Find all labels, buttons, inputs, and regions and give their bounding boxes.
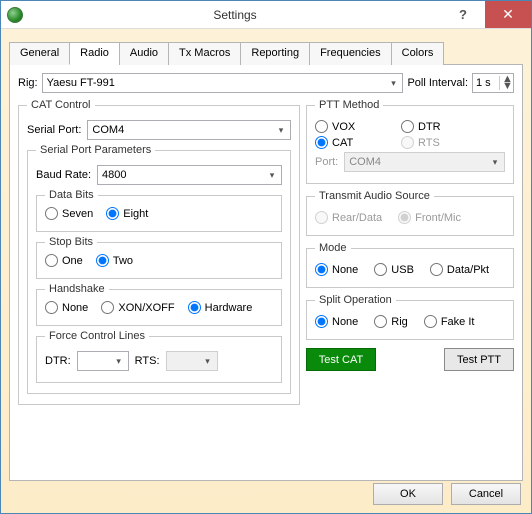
rts-combo: ▾ [166, 351, 218, 371]
handshake-none-radio[interactable]: None [45, 301, 88, 314]
cat-legend: CAT Control [27, 99, 95, 111]
stopbits-group: Stop Bits One Two [36, 236, 282, 279]
tx-audio-legend: Transmit Audio Source [315, 190, 434, 202]
titlebar: Settings ? ✕ [1, 1, 531, 29]
dtr-label: DTR: [45, 355, 71, 367]
poll-label: Poll Interval: [407, 77, 468, 89]
split-legend: Split Operation [315, 294, 396, 306]
settings-window: Settings ? ✕ General Radio Audio Tx Macr… [0, 0, 532, 514]
tab-audio[interactable]: Audio [119, 42, 169, 65]
tab-radio[interactable]: Radio [69, 42, 120, 65]
chevron-down-icon: ▾ [488, 157, 502, 168]
chevron-down-icon: ▾ [201, 356, 215, 367]
split-group: Split Operation None Rig Fake It [306, 294, 514, 340]
test-cat-button[interactable]: Test CAT [306, 348, 376, 371]
serial-port-label: Serial Port: [27, 124, 81, 136]
databits-legend: Data Bits [45, 189, 98, 201]
databits-seven-radio[interactable]: Seven [45, 207, 93, 220]
dtr-combo[interactable]: ▾ [77, 351, 129, 371]
rig-label: Rig: [18, 77, 38, 89]
txaudio-front-radio: Front/Mic [398, 211, 461, 224]
stopbits-legend: Stop Bits [45, 236, 97, 248]
baud-label: Baud Rate: [36, 169, 91, 181]
help-button[interactable]: ? [441, 1, 485, 28]
baud-value: 4800 [102, 169, 126, 181]
tab-txmacros[interactable]: Tx Macros [168, 42, 241, 65]
cancel-button[interactable]: Cancel [451, 483, 521, 505]
tab-bar: General Radio Audio Tx Macros Reporting … [9, 41, 523, 65]
ptt-vox-radio[interactable]: VOX [315, 120, 385, 133]
serial-port-combo[interactable]: COM4 ▾ [87, 120, 291, 140]
split-none-radio[interactable]: None [315, 315, 358, 328]
tx-audio-group: Transmit Audio Source Rear/Data Front/Mi… [306, 190, 514, 236]
rig-combo[interactable]: Yaesu FT-991 ▾ [42, 73, 404, 93]
databits-eight-radio[interactable]: Eight [106, 207, 148, 220]
force-lines-group: Force Control Lines DTR: ▾ RTS: ▾ [36, 330, 282, 383]
mode-usb-radio[interactable]: USB [374, 263, 414, 276]
mode-legend: Mode [315, 242, 351, 254]
chevron-down-icon: ▾ [386, 78, 400, 89]
stopbits-two-radio[interactable]: Two [96, 254, 133, 267]
content-area: General Radio Audio Tx Macros Reporting … [1, 29, 531, 513]
handshake-xon-radio[interactable]: XON/XOFF [101, 301, 174, 314]
serial-params-legend: Serial Port Parameters [36, 144, 155, 156]
handshake-hw-radio[interactable]: Hardware [188, 301, 253, 314]
tab-panel: Rig: Yaesu FT-991 ▾ Poll Interval: 1 s ▲… [9, 65, 523, 481]
ptt-method-group: PTT Method VOX DTR CAT RTS Port: COM4▾ [306, 99, 514, 184]
rts-label: RTS: [135, 355, 160, 367]
tab-frequencies[interactable]: Frequencies [309, 42, 392, 65]
tab-general[interactable]: General [9, 42, 70, 65]
app-icon [7, 7, 23, 23]
stopbits-one-radio[interactable]: One [45, 254, 83, 267]
ptt-dtr-radio[interactable]: DTR [401, 120, 441, 133]
tab-colors[interactable]: Colors [391, 42, 445, 65]
handshake-group: Handshake None XON/XOFF Hardware [36, 283, 282, 326]
handshake-legend: Handshake [45, 283, 109, 295]
baud-combo[interactable]: 4800 ▾ [97, 165, 282, 185]
databits-group: Data Bits Seven Eight [36, 189, 282, 232]
window-title: Settings [29, 8, 441, 22]
mode-group: Mode None USB Data/Pkt [306, 242, 514, 288]
close-button[interactable]: ✕ [485, 1, 531, 28]
mode-dpkt-radio[interactable]: Data/Pkt [430, 263, 489, 276]
chevron-down-icon: ▾ [112, 356, 126, 367]
cat-control-group: CAT Control Serial Port: COM4 ▾ Serial P… [18, 99, 300, 405]
split-fake-radio[interactable]: Fake It [424, 315, 475, 328]
force-lines-legend: Force Control Lines [45, 330, 149, 342]
spinner-arrows-icon: ▲▼ [499, 76, 513, 90]
split-rig-radio[interactable]: Rig [374, 315, 408, 328]
tab-reporting[interactable]: Reporting [240, 42, 310, 65]
chevron-down-icon: ▾ [274, 125, 288, 136]
poll-spinner[interactable]: 1 s ▲▼ [472, 73, 514, 93]
ptt-port-combo: COM4▾ [344, 152, 505, 172]
chevron-down-icon: ▾ [265, 170, 279, 181]
ptt-rts-radio: RTS [401, 136, 440, 149]
rig-value: Yaesu FT-991 [47, 77, 115, 89]
ok-button[interactable]: OK [373, 483, 443, 505]
mode-none-radio[interactable]: None [315, 263, 358, 276]
txaudio-rear-radio: Rear/Data [315, 211, 382, 224]
test-ptt-button[interactable]: Test PTT [444, 348, 514, 371]
serial-port-value: COM4 [92, 124, 124, 136]
ptt-port-label: Port: [315, 156, 338, 168]
ptt-legend: PTT Method [315, 99, 383, 111]
ptt-cat-radio[interactable]: CAT [315, 136, 385, 149]
serial-params-group: Serial Port Parameters Baud Rate: 4800 ▾… [27, 144, 291, 394]
poll-value: 1 s [473, 77, 499, 89]
